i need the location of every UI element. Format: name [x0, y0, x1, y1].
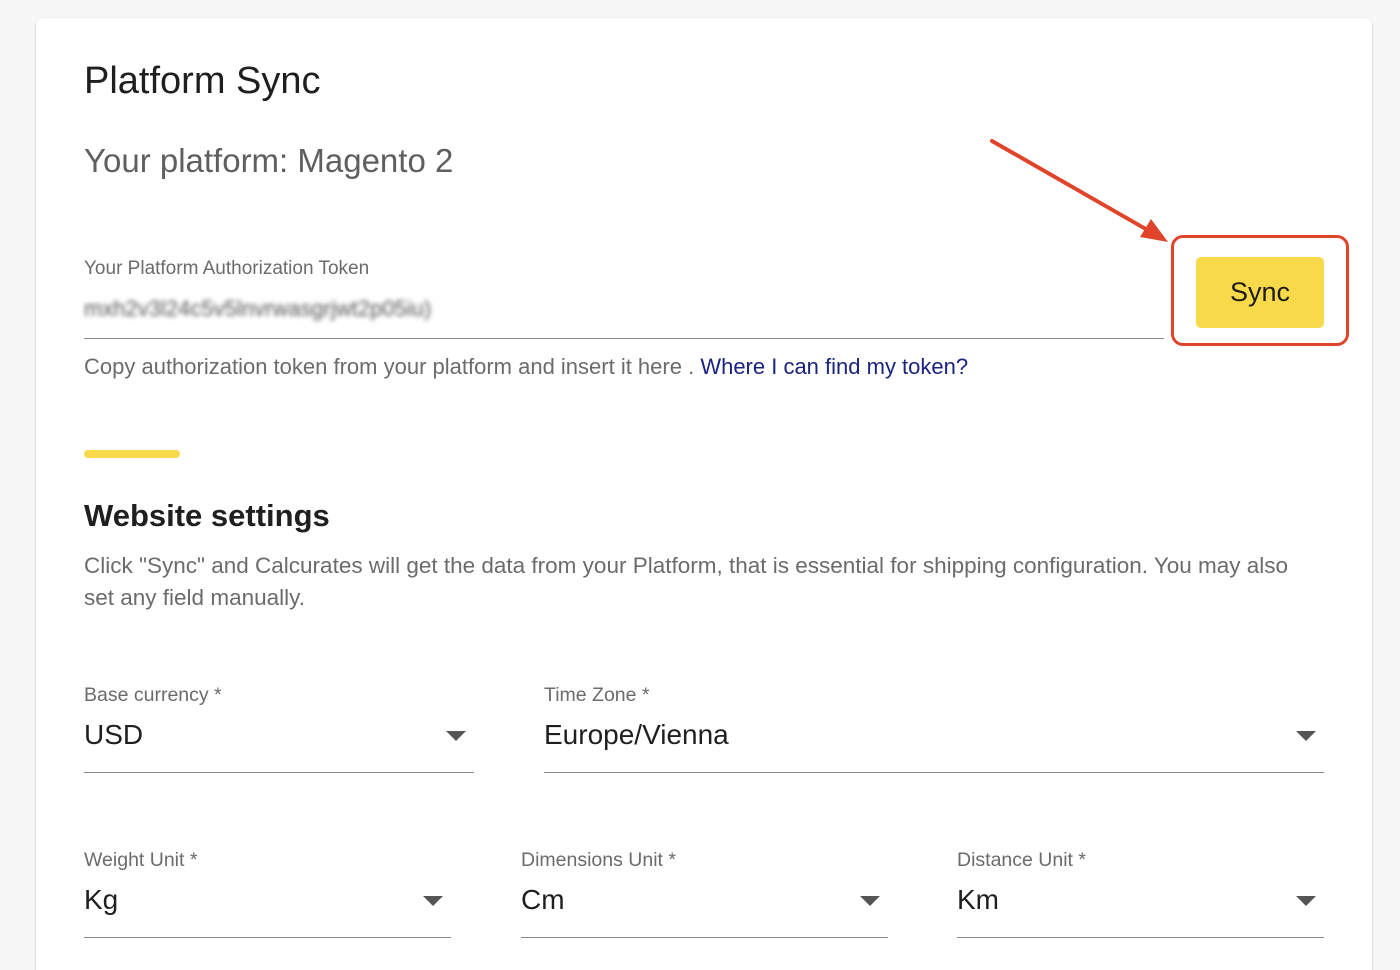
- token-input[interactable]: [84, 293, 1154, 325]
- dimensions-unit-select[interactable]: Dimensions Unit * Cm: [521, 849, 888, 938]
- weight-unit-label: Weight Unit *: [84, 849, 198, 871]
- chevron-down-icon: [1296, 731, 1316, 741]
- distance-unit-label: Distance Unit *: [957, 849, 1086, 871]
- time-zone-label: Time Zone *: [544, 684, 650, 706]
- chevron-down-icon: [1296, 896, 1316, 906]
- website-settings-title: Website settings: [84, 498, 330, 533]
- token-field: Your Platform Authorization Token: [84, 258, 1164, 339]
- token-helper: Copy authorization token from your platf…: [84, 354, 968, 380]
- website-settings-description: Click "Sync" and Calcurates will get the…: [84, 553, 1289, 610]
- page-title: Platform Sync: [84, 60, 321, 102]
- weight-unit-select[interactable]: Weight Unit * Kg: [84, 849, 451, 938]
- sync-button[interactable]: Sync: [1196, 257, 1324, 328]
- chevron-down-icon: [860, 896, 880, 906]
- base-currency-value: USD: [84, 719, 144, 750]
- token-helper-text: Copy authorization token from your platf…: [84, 354, 701, 379]
- time-zone-select[interactable]: Time Zone * Europe/Vienna: [544, 684, 1324, 773]
- time-zone-value: Europe/Vienna: [544, 719, 729, 750]
- weight-unit-value: Kg: [84, 884, 119, 915]
- dimensions-unit-label: Dimensions Unit *: [521, 849, 676, 871]
- section-divider: [84, 450, 180, 458]
- base-currency-label: Base currency *: [84, 684, 222, 706]
- find-token-link[interactable]: Where I can find my token?: [700, 354, 968, 379]
- base-currency-select[interactable]: Base currency * USD: [84, 684, 474, 773]
- dimensions-unit-value: Cm: [521, 884, 565, 915]
- chevron-down-icon: [423, 896, 443, 906]
- chevron-down-icon: [446, 731, 466, 741]
- distance-unit-select[interactable]: Distance Unit * Km: [957, 849, 1324, 938]
- platform-name: Your platform: Magento 2: [84, 142, 454, 179]
- platform-sync-card: Platform Sync Your platform: Magento 2 Y…: [36, 18, 1372, 970]
- token-label: Your Platform Authorization Token: [84, 258, 370, 279]
- distance-unit-value: Km: [957, 884, 999, 915]
